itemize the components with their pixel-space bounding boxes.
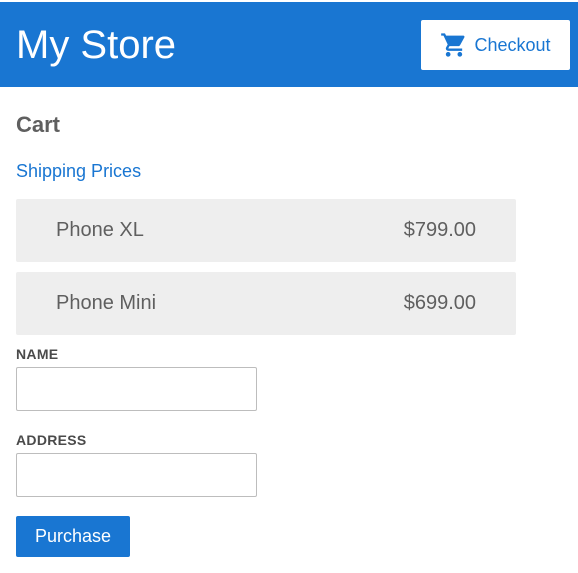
- shipping-prices-link[interactable]: Shipping Prices: [16, 161, 141, 182]
- checkout-label: Checkout: [474, 34, 551, 55]
- address-label: ADDRESS: [16, 432, 87, 448]
- name-input[interactable]: [16, 367, 257, 411]
- cart-item-name: Phone Mini: [56, 292, 157, 314]
- address-input[interactable]: [16, 453, 257, 497]
- cart-heading: Cart: [16, 112, 61, 137]
- cart-item-name: Phone XL: [56, 219, 144, 241]
- cart-item: Phone Mini $699.00: [16, 272, 516, 335]
- cart-item: Phone XL $799.00: [16, 199, 516, 262]
- checkout-button[interactable]: Checkout: [421, 20, 570, 70]
- top-bar: My Store Checkout: [0, 2, 578, 87]
- cart-item-price: $699.00: [403, 292, 476, 314]
- cart-item-price: $799.00: [403, 219, 476, 241]
- store-title-link[interactable]: My Store: [16, 22, 176, 68]
- shopping-cart-icon: [440, 31, 468, 59]
- purchase-button[interactable]: Purchase: [16, 516, 130, 557]
- name-label: NAME: [16, 346, 59, 362]
